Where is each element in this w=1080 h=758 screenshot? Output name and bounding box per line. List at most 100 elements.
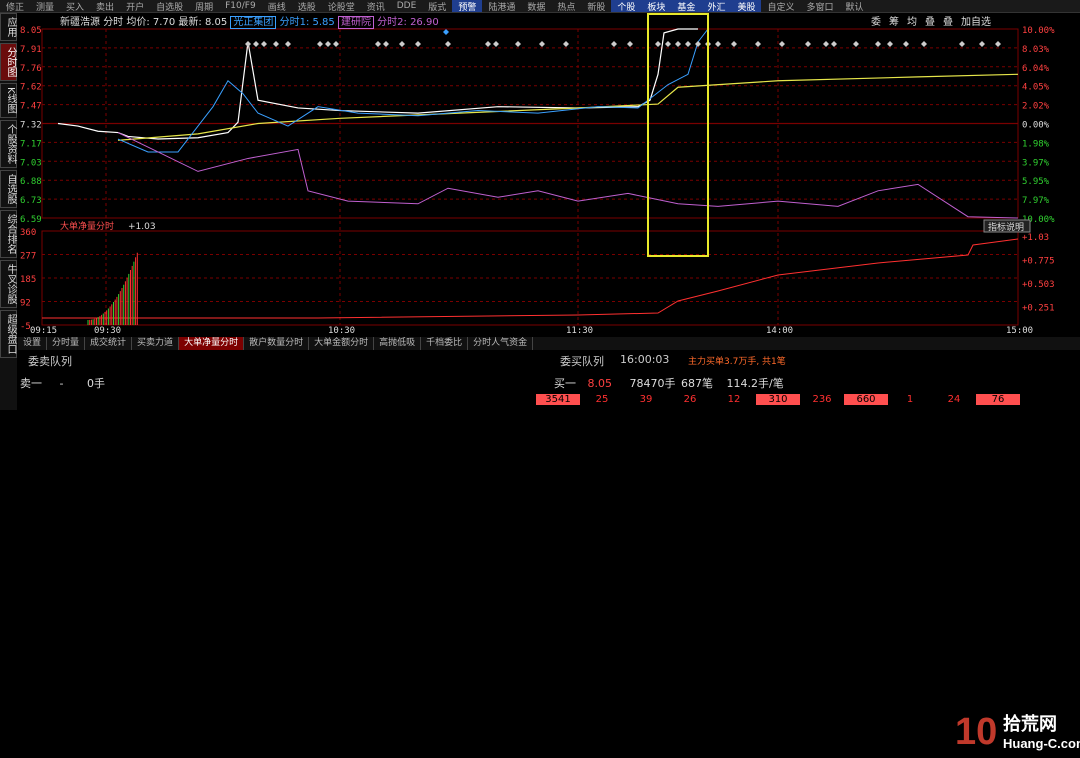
left-tab[interactable]: 超级盘口: [0, 309, 17, 358]
queue-cell: 26: [683, 394, 697, 405]
left-tab[interactable]: K线图: [0, 83, 17, 118]
price-tick: 7.91: [20, 45, 42, 55]
left-tab[interactable]: 分时图: [0, 43, 17, 81]
right-control[interactable]: 加自选: [957, 13, 995, 28]
toolbar-item[interactable]: 卖出: [90, 0, 120, 13]
bottom-tab[interactable]: 分时量: [47, 337, 86, 350]
watermark-number: 10: [955, 711, 997, 753]
indicator-label: 大单净量分时: [60, 220, 114, 232]
toolbar-item[interactable]: 美股: [731, 0, 762, 12]
compare-tag-2[interactable]: 建研院: [337, 16, 374, 29]
bottom-tab[interactable]: 买卖力道: [132, 337, 180, 350]
left-tab[interactable]: 应用: [0, 13, 17, 41]
toolbar-item[interactable]: 基金: [671, 0, 702, 12]
toolbar-item[interactable]: 自定义: [761, 0, 800, 13]
signal-diamond: [317, 41, 323, 47]
buy-label: 买一: [554, 377, 576, 390]
buy-count: 687笔: [681, 377, 713, 390]
signal-diamond: [415, 41, 421, 47]
toolbar-item[interactable]: DDE: [391, 1, 423, 11]
left-tab[interactable]: 自选股: [0, 169, 17, 208]
top-toolbar: 修正 测量 买入 卖出 开户 自选股 周期 F10/F9 画线 选股 论股堂 资讯 DDE 版式 预警 陆港通…: [0, 0, 1080, 13]
pct-tick: 8.03%: [1022, 45, 1050, 55]
sell-queue-title: 委卖队列: [28, 355, 72, 368]
bottom-tab[interactable]: 散户数量分时: [244, 337, 310, 350]
lower-right-tick: +0.251: [1022, 304, 1055, 314]
left-tab[interactable]: 个股资料: [0, 119, 17, 168]
right-control[interactable]: 叠: [921, 13, 939, 28]
signal-diamond: [493, 41, 499, 47]
toolbar-item[interactable]: 买入: [60, 0, 90, 13]
toolbar-item[interactable]: 个股: [611, 0, 642, 12]
toolbar-item[interactable]: 陆港通: [482, 0, 521, 13]
queue-cell: 3541: [536, 394, 580, 405]
signal-diamond: [655, 41, 661, 47]
toolbar-item[interactable]: 测量: [30, 0, 60, 13]
buy-price: 8.05: [587, 377, 613, 390]
toolbar-item[interactable]: 修正: [0, 0, 30, 13]
toolbar-item[interactable]: F10/F9: [219, 1, 262, 11]
toolbar-item[interactable]: 论股堂: [322, 0, 361, 13]
queue-cell: 76: [976, 394, 1020, 405]
toolbar-item[interactable]: 周期: [189, 0, 219, 13]
bottom-tab[interactable]: 大单金额分时: [309, 337, 375, 350]
toolbar-item[interactable]: 画线: [262, 0, 292, 13]
toolbar-item[interactable]: 热点: [551, 0, 581, 13]
left-tab[interactable]: 牛叉诊股: [0, 259, 17, 308]
signal-diamond: [959, 41, 965, 47]
indicator-value: +1.03: [128, 222, 156, 232]
signal-diamond: [665, 41, 671, 47]
queue-cell: 12: [727, 394, 741, 405]
right-control[interactable]: 叠: [939, 13, 957, 28]
toolbar-item[interactable]: 开户: [120, 0, 150, 13]
toolbar-item[interactable]: 资讯: [361, 0, 391, 13]
time-tick: 09:30: [94, 326, 121, 336]
signal-diamond: [253, 41, 259, 47]
pct-tick: 3.97%: [1022, 158, 1050, 168]
toolbar-item[interactable]: 预警: [452, 0, 483, 12]
toolbar-item[interactable]: 默认: [840, 0, 870, 13]
toolbar-item[interactable]: 版式: [422, 0, 452, 13]
right-control[interactable]: 委: [867, 13, 885, 28]
toolbar-item[interactable]: 外汇: [701, 0, 732, 12]
toolbar-item[interactable]: 新股: [581, 0, 611, 13]
queue-cell: 25: [595, 394, 609, 405]
signal-diamond: [903, 41, 909, 47]
price-tick: 8.05: [20, 26, 42, 36]
toolbar-item[interactable]: 板块: [641, 0, 672, 12]
watermark-site: 拾荒网: [1003, 713, 1057, 735]
signal-diamond-blue: [443, 29, 449, 35]
signal-diamond: [611, 41, 617, 47]
queue-cell: 39: [639, 394, 653, 405]
price-tick: 7.32: [20, 121, 42, 131]
buy-avg: 114.2手/笔: [726, 377, 784, 390]
compare-tag-1[interactable]: 光正集团: [230, 16, 277, 29]
toolbar-item[interactable]: 数据: [521, 0, 551, 13]
signal-diamond: [563, 41, 569, 47]
right-control[interactable]: 筹: [885, 13, 903, 28]
lower-right-tick: +0.775: [1022, 257, 1055, 267]
signal-diamond: [685, 41, 691, 47]
bottom-tab[interactable]: 高抛低吸: [374, 337, 422, 350]
sell-row: 卖一 - 0手: [20, 375, 105, 391]
signal-diamond: [445, 41, 451, 47]
bottom-tab[interactable]: 分时人气资金: [468, 337, 534, 350]
intraday-chart: 8.05 10.00% 7.91 8.03% 7.76 6.04% 7.62 4.05% 7.4…: [20, 13, 1055, 336]
latest-price: 最新: 8.05: [178, 17, 228, 28]
bottom-tab[interactable]: 千档委比: [421, 337, 469, 350]
toolbar-item[interactable]: 多窗口: [800, 0, 839, 13]
bottom-tab[interactable]: 设置: [18, 337, 48, 350]
bottom-tab[interactable]: 成交统计: [85, 337, 133, 350]
label-fenshi: 分时: [103, 17, 124, 28]
toolbar-item[interactable]: 自选股: [150, 0, 189, 13]
right-control[interactable]: 均: [903, 13, 921, 28]
watermark-url: Huang-C.com: [1003, 736, 1080, 751]
signal-diamond: [715, 41, 721, 47]
bottom-tab[interactable]: 大单净量分时: [179, 337, 245, 350]
signal-diamond: [515, 41, 521, 47]
left-vertical-tabs: 应用分时图 K线图 个股资料 自选股 综合排名 牛叉诊股 超级盘口: [0, 13, 17, 410]
sell-label: 卖一: [20, 377, 42, 390]
lower-tick: 92: [20, 299, 31, 309]
toolbar-item[interactable]: 选股: [292, 0, 322, 13]
left-tab[interactable]: 综合排名: [0, 209, 17, 258]
